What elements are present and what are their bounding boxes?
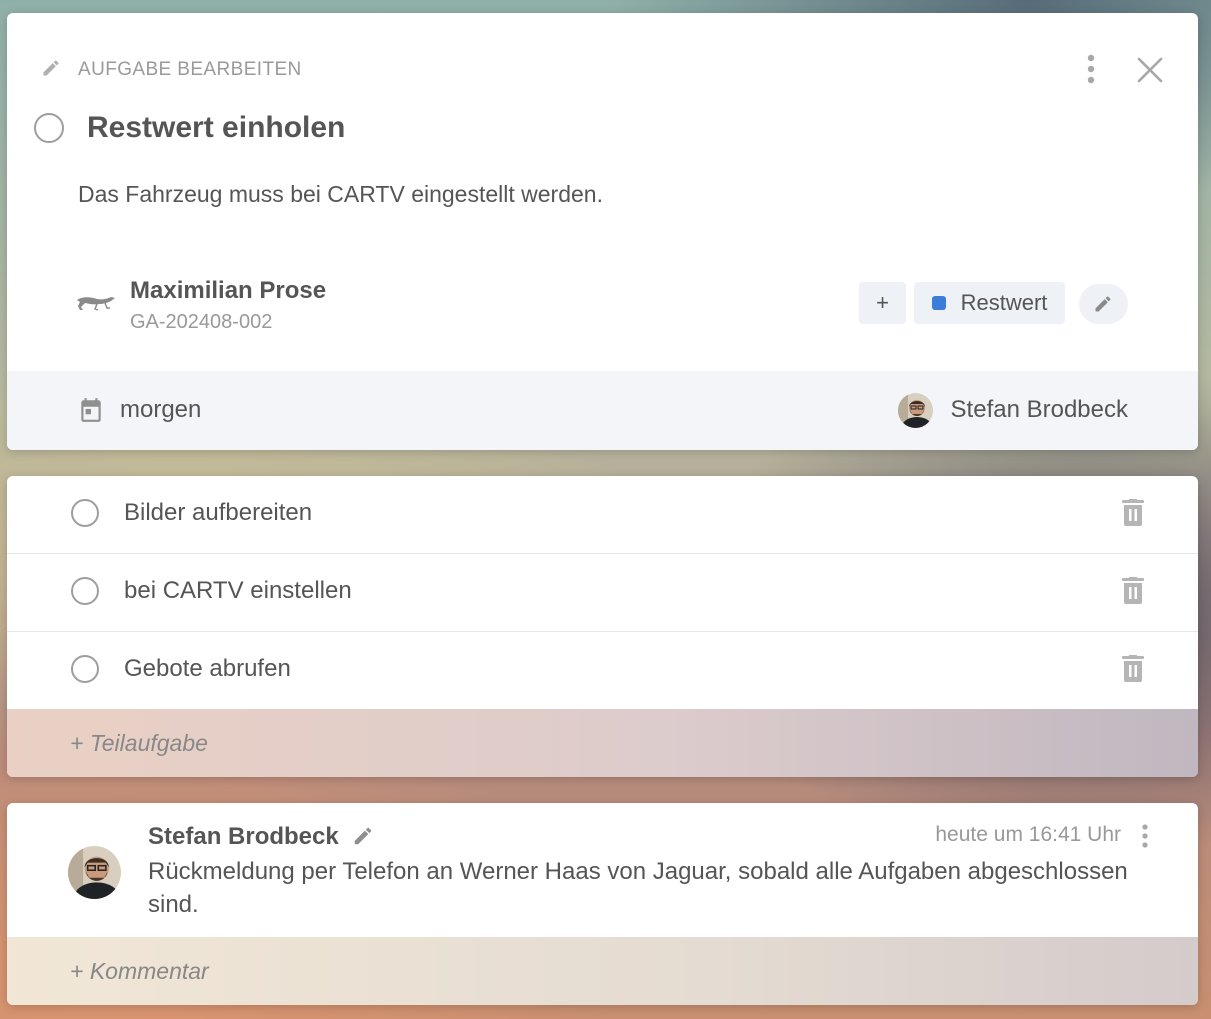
close-icon[interactable]	[1135, 55, 1165, 85]
add-tag-button[interactable]: +	[859, 282, 906, 324]
pencil-icon[interactable]	[352, 825, 374, 847]
comments-card: Stefan Brodbeck heute um 16:41 Uhr Rückm…	[7, 803, 1198, 1005]
subtask-label[interactable]: Gebote abrufen	[124, 655, 291, 683]
edit-tags-button[interactable]	[1079, 284, 1128, 324]
subtask-row: Bilder aufbereiten	[7, 476, 1198, 554]
subtask-checkbox[interactable]	[71, 577, 99, 605]
tag-label: Restwert	[960, 290, 1048, 315]
assignee-name[interactable]: Stefan Brodbeck	[951, 396, 1128, 424]
add-comment-input[interactable]: + Kommentar	[7, 937, 1198, 1005]
comment-author: Stefan Brodbeck	[148, 823, 339, 850]
pencil-icon	[1095, 296, 1111, 312]
subtask-row: Gebote abrufen	[7, 632, 1198, 710]
trash-icon[interactable]	[1121, 499, 1145, 527]
subtask-label[interactable]: Bilder aufbereiten	[124, 499, 312, 527]
comment-timestamp: heute um 16:41 Uhr	[935, 823, 1121, 846]
add-tag-label: +	[876, 290, 889, 315]
subtask-checkbox[interactable]	[71, 499, 99, 527]
tag-chip-restwert[interactable]: Restwert	[914, 282, 1065, 324]
customer-id: GA-202408-002	[130, 311, 273, 333]
task-title[interactable]: Restwert einholen	[87, 111, 345, 145]
task-edit-card: AUFGABE BEARBEITEN Restwert einholen Das…	[7, 13, 1198, 450]
tag-color-dot	[931, 296, 946, 310]
add-subtask-input[interactable]: + Teilaufgabe	[7, 709, 1198, 777]
dialog-header-label: AUFGABE BEARBEITEN	[78, 59, 302, 80]
subtask-checkbox[interactable]	[71, 655, 99, 683]
jaguar-logo-icon	[77, 297, 115, 311]
kebab-menu-icon[interactable]	[1137, 823, 1153, 851]
kebab-menu-icon[interactable]	[1079, 53, 1103, 87]
assignee-avatar	[898, 393, 933, 428]
comment-text: Rückmeldung per Telefon an Werner Haas v…	[148, 858, 1128, 918]
comment-author-avatar	[68, 846, 121, 899]
subtask-row: bei CARTV einstellen	[7, 554, 1198, 632]
pencil-icon	[43, 60, 59, 76]
trash-icon[interactable]	[1121, 655, 1145, 683]
trash-icon[interactable]	[1121, 577, 1145, 605]
task-description[interactable]: Das Fahrzeug muss bei CARTV eingestellt …	[78, 181, 603, 208]
subtasks-card: Bilder aufbereiten bei CARTV einstellen …	[7, 476, 1198, 777]
subtask-label[interactable]: bei CARTV einstellen	[124, 577, 352, 605]
customer-name[interactable]: Maximilian Prose	[130, 277, 326, 305]
due-date[interactable]: morgen	[120, 396, 201, 424]
task-complete-checkbox[interactable]	[34, 113, 64, 143]
calendar-icon[interactable]	[78, 396, 104, 424]
